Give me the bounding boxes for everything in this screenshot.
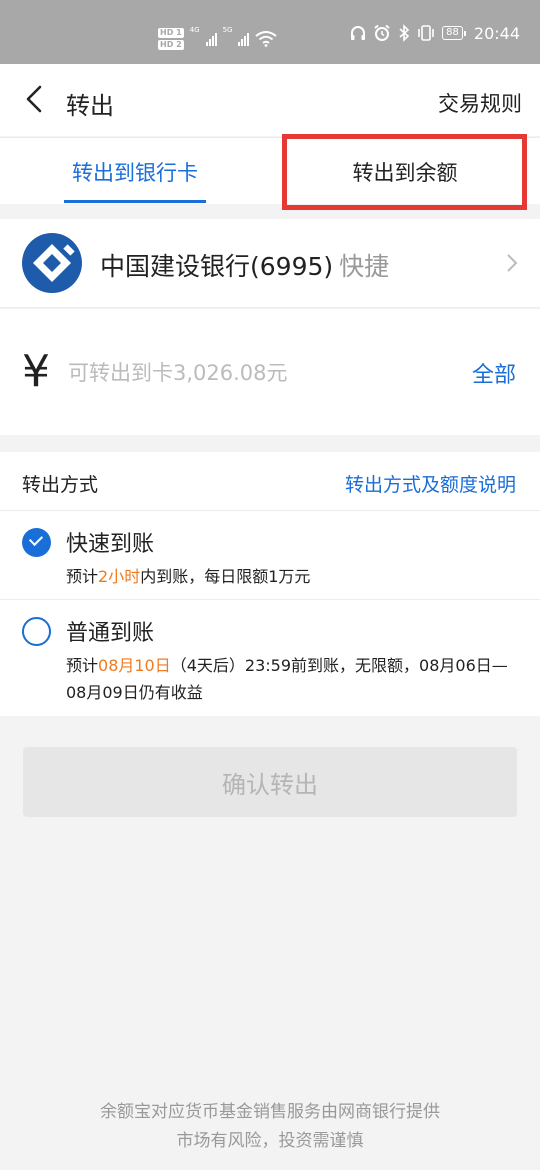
- option-title: 快速到账: [66, 532, 155, 557]
- option-description: 预计08月10日（4天后）23:59前到账，无限额，08月06日—08月09日仍…: [66, 652, 516, 706]
- desc-highlight: 2小时: [98, 567, 141, 586]
- signal-4g-icon: [205, 32, 217, 46]
- clock: 20:44: [473, 23, 520, 43]
- method-header: 转出方式 转出方式及额度说明: [0, 452, 540, 511]
- page-title: 转出: [66, 92, 114, 120]
- network-4g-label: 4G: [189, 26, 200, 34]
- disclaimer-line-1: 余额宝对应货币基金销售服务由网商银行提供: [100, 1102, 440, 1122]
- risk-disclaimer: 余额宝对应货币基金销售服务由网商银行提供 市场有风险，投资需谨慎: [0, 1098, 540, 1156]
- hd-badge-2: HD 2: [158, 40, 184, 50]
- system-indicators: 88 20:44: [350, 22, 520, 44]
- battery-icon: 88: [442, 26, 466, 40]
- tab-label: 转出到银行卡: [72, 160, 198, 185]
- disclaimer-line-2: 市场有风险，投资需谨慎: [176, 1131, 364, 1151]
- amount-entry: ¥ 全部: [0, 309, 540, 435]
- hd-badge-1: HD 1: [158, 28, 184, 38]
- bank-card-name: 中国建设银行(6995) 快捷: [100, 247, 389, 283]
- option-title: 普通到账: [66, 621, 155, 646]
- tab-to-bank-card[interactable]: 转出到银行卡: [40, 138, 230, 205]
- transfer-method-section: 转出方式 转出方式及额度说明 快速到账 预计2小时内到账，每日限额1万元 普通到…: [0, 452, 540, 716]
- confirm-transfer-button[interactable]: 确认转出: [23, 747, 517, 817]
- network-5g-label: 5G: [222, 26, 233, 34]
- yen-icon: ¥: [22, 346, 50, 397]
- amount-input[interactable]: [68, 355, 428, 391]
- vibrate-icon: [418, 25, 434, 41]
- bluetooth-icon: [399, 24, 410, 42]
- trade-rules-link[interactable]: 交易规则: [438, 88, 522, 118]
- annotation-highlight-box: [282, 134, 527, 210]
- wifi-icon: [255, 31, 278, 47]
- method-label: 转出方式: [22, 474, 99, 496]
- option-description: 预计2小时内到账，每日限额1万元: [66, 563, 516, 590]
- chevron-right-icon: [507, 254, 518, 272]
- option-fast-arrival[interactable]: 快速到账 预计2小时内到账，每日限额1万元: [0, 512, 540, 600]
- active-tab-underline: [64, 200, 206, 203]
- desc-suffix: 内到账，每日限额1万元: [140, 567, 311, 586]
- headphones-icon: [351, 26, 366, 40]
- signal-5g-icon: [238, 32, 250, 46]
- radio-checked-icon[interactable]: [22, 528, 51, 557]
- desc-prefix: 预计: [66, 567, 99, 586]
- network-indicators: HD 1 HD 2 4G 5G: [158, 24, 278, 54]
- alarm-icon: [374, 24, 390, 41]
- bank-card-selector[interactable]: 中国建设银行(6995) 快捷: [0, 219, 540, 308]
- desc-highlight: 08月10日: [98, 656, 171, 675]
- back-arrow-icon[interactable]: [20, 84, 50, 114]
- radio-unchecked-icon[interactable]: [22, 617, 51, 646]
- bank-name-text: 中国建设银行(6995): [100, 252, 334, 281]
- nav-header: 转出 交易规则: [0, 64, 540, 136]
- bank-card-tag: 快捷: [339, 252, 390, 281]
- method-explain-link[interactable]: 转出方式及额度说明: [345, 470, 516, 497]
- hd-badges: HD 1 HD 2: [158, 28, 184, 50]
- option-normal-arrival[interactable]: 普通到账 预计08月10日（4天后）23:59前到账，无限额，08月06日—08…: [0, 601, 540, 716]
- transfer-all-button[interactable]: 全部: [472, 357, 516, 389]
- status-bar: HD 1 HD 2 4G 5G 88 20:44: [0, 0, 540, 64]
- desc-prefix: 预计: [66, 656, 99, 675]
- ccb-bank-logo-icon: [22, 233, 82, 293]
